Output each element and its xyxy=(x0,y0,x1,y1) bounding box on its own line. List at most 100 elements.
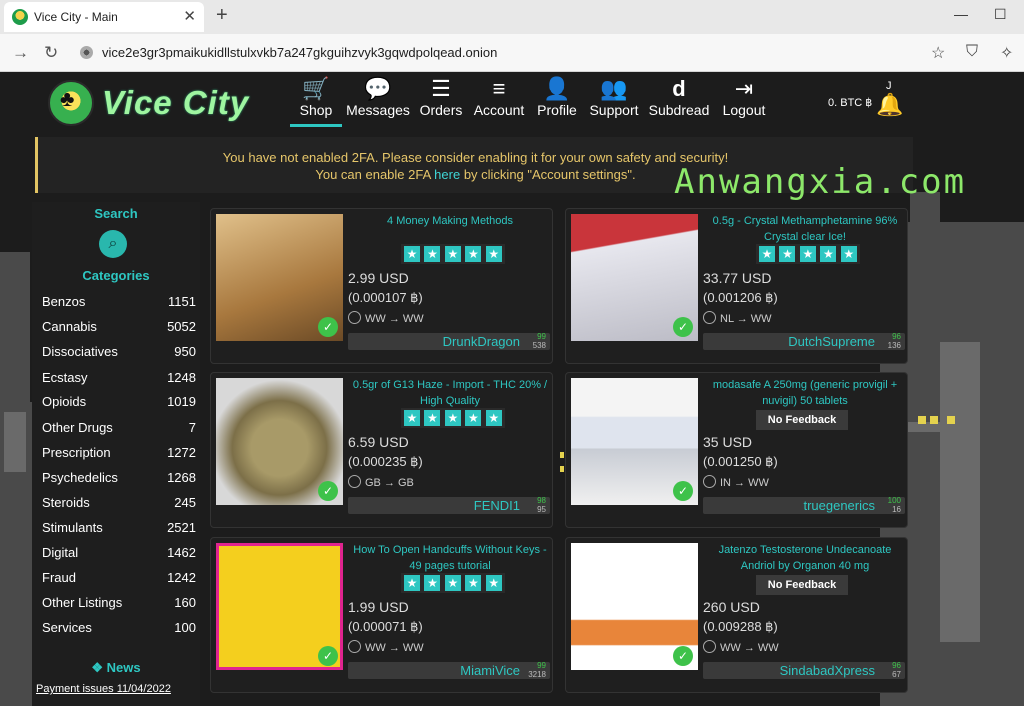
categories-heading: Categories xyxy=(82,268,150,283)
category-stimulants[interactable]: Stimulants 2521 xyxy=(42,520,198,544)
star-icon: ★ xyxy=(465,246,482,262)
maximize-icon[interactable]: ☐ xyxy=(994,6,1007,23)
listing-card[interactable]: ✓ 0.5gr of G13 Haze - Import - THC 20% /… xyxy=(210,372,553,528)
search-heading: Search xyxy=(94,206,138,221)
price-btc: (0.000071 ฿) xyxy=(348,619,423,634)
category-dissociatives[interactable]: Dissociatives 950 xyxy=(42,344,198,368)
listing-title[interactable]: modasafe A 250mg (generic provigil + nuv… xyxy=(704,377,906,409)
category-cannabis[interactable]: Cannabis 5052 xyxy=(42,319,198,343)
price-btc: (0.001250 ฿) xyxy=(703,454,778,469)
listing-title[interactable]: 0.5gr of G13 Haze - Import - THC 20% / H… xyxy=(349,377,551,409)
shipping-route: WW → WW xyxy=(348,640,424,654)
vendor-name[interactable]: DutchSupreme xyxy=(788,334,875,349)
category-digital[interactable]: Digital 1462 xyxy=(42,545,198,569)
category-services[interactable]: Services 100 xyxy=(42,620,198,644)
category-benzos[interactable]: Benzos 1151 xyxy=(42,294,198,318)
bookmark-star-icon[interactable]: ☆ xyxy=(931,43,945,63)
nav-account[interactable]: ≡ Account xyxy=(471,76,527,118)
vendor-score: 99 538 xyxy=(532,332,546,350)
verified-check-icon: ✓ xyxy=(673,317,693,337)
price-usd: 6.59 USD xyxy=(348,434,409,450)
listing-title[interactable]: How To Open Handcuffs Without Keys - 49 … xyxy=(349,542,551,574)
category-other-listings[interactable]: Other Listings 160 xyxy=(42,595,198,619)
listing-card[interactable]: ✓ 0.5g - Crystal Methamphetamine 96% Cry… xyxy=(565,208,908,364)
listing-card[interactable]: ✓ How To Open Handcuffs Without Keys - 4… xyxy=(210,537,553,693)
vendor-name[interactable]: DrunkDragon xyxy=(443,334,520,349)
verified-check-icon: ✓ xyxy=(318,646,338,666)
no-feedback-badge: No Feedback xyxy=(756,575,848,595)
category-prescription[interactable]: Prescription 1272 xyxy=(42,445,198,469)
vendor-name[interactable]: FENDI1 xyxy=(474,498,520,513)
vendor-name[interactable]: truegenerics xyxy=(803,498,875,513)
shipping-icon xyxy=(703,475,716,488)
menu-icon: ≡ xyxy=(492,76,506,101)
rating-stars: ★ ★ ★ ★ ★ xyxy=(756,244,860,264)
nav-support[interactable]: 👥 Support xyxy=(587,76,641,118)
enable-2fa-link[interactable]: here xyxy=(434,167,460,182)
vendor-name[interactable]: MiamiVice xyxy=(460,663,520,678)
nav-profile[interactable]: 👤 Profile xyxy=(534,76,580,118)
category-other-drugs[interactable]: Other Drugs 7 xyxy=(42,420,198,444)
url-field[interactable]: vice2e3gr3pmaikukidllstulxvkb7a247gkguih… xyxy=(102,45,497,60)
star-icon: ★ xyxy=(840,246,857,262)
price-btc: (0.000107 ฿) xyxy=(348,290,423,305)
star-icon: ★ xyxy=(424,410,441,426)
listing-title[interactable]: 4 Money Making Methods xyxy=(349,213,551,229)
listing-title[interactable]: 0.5g - Crystal Methamphetamine 96% Cryst… xyxy=(704,213,906,245)
subdread-icon: d xyxy=(672,76,686,101)
onion-site-icon xyxy=(80,46,93,59)
minimize-icon[interactable]: — xyxy=(954,6,968,22)
bell-icon[interactable]: 🔔 xyxy=(876,92,903,118)
vendor-score: 98 95 xyxy=(537,496,546,514)
close-tab-icon[interactable]: ✕ xyxy=(183,7,196,25)
star-icon: ★ xyxy=(465,575,482,591)
nav-logout[interactable]: ⇥ Logout xyxy=(718,76,770,118)
shipping-route: WW → WW xyxy=(703,640,779,654)
nav-messages[interactable]: 💬 Messages xyxy=(346,76,410,118)
star-icon: ★ xyxy=(485,246,502,262)
back-arrow-icon[interactable]: → xyxy=(12,43,29,63)
news-item-link[interactable]: Payment issues 11/04/2022 xyxy=(36,683,171,695)
category-fraud[interactable]: Fraud 1242 xyxy=(42,570,198,594)
star-icon: ★ xyxy=(404,575,420,591)
price-usd: 1.99 USD xyxy=(348,599,409,615)
shipping-icon xyxy=(348,475,361,488)
shipping-route: WW → WW xyxy=(348,311,424,325)
watermark-text: Anwangxia.com xyxy=(674,162,967,202)
active-nav-indicator xyxy=(290,124,342,127)
vendor-name[interactable]: SindabadXpress xyxy=(780,663,875,678)
verified-check-icon: ✓ xyxy=(673,481,693,501)
site-logo-text[interactable]: Vice City xyxy=(102,84,249,122)
shield-icon[interactable]: ⛉ xyxy=(966,43,978,61)
category-opioids[interactable]: Opioids 1019 xyxy=(42,394,198,418)
tab-title: Vice City - Main xyxy=(34,10,118,24)
shipping-icon xyxy=(348,311,361,324)
search-icon[interactable]: ⌕ xyxy=(99,230,127,258)
star-icon: ★ xyxy=(424,246,441,262)
star-icon: ★ xyxy=(424,575,441,591)
listing-card[interactable]: ✓ Jatenzo Testosterone Undecanoate Andri… xyxy=(565,537,908,693)
listing-card[interactable]: ✓ 4 Money Making Methods ★ ★ ★ ★ ★ 2.99 … xyxy=(210,208,553,364)
vendor-bar: FENDI1 98 95 xyxy=(348,496,550,514)
tools-wand-icon[interactable]: ✧ xyxy=(1000,43,1013,63)
price-usd: 260 USD xyxy=(703,599,760,615)
price-btc: (0.009288 ฿) xyxy=(703,619,778,634)
verified-check-icon: ✓ xyxy=(318,317,338,337)
category-ecstasy[interactable]: Ecstasy 1248 xyxy=(42,370,198,394)
shipping-icon xyxy=(703,311,716,324)
new-tab-button[interactable]: + xyxy=(216,4,228,27)
vendor-score: 99 3218 xyxy=(528,661,546,679)
star-icon: ★ xyxy=(404,246,420,262)
news-heading: ❖ News xyxy=(91,660,141,675)
nav-shop[interactable]: 🛒 Shop xyxy=(292,76,340,118)
category-steroids[interactable]: Steroids 245 xyxy=(42,495,198,519)
price-usd: 2.99 USD xyxy=(348,270,409,286)
browser-tab[interactable]: Vice City - Main ✕ xyxy=(4,2,204,32)
nav-orders[interactable]: ☰ Orders xyxy=(417,76,465,118)
listing-card[interactable]: ✓ modasafe A 250mg (generic provigil + n… xyxy=(565,372,908,528)
reload-icon[interactable]: ↻ xyxy=(44,43,58,63)
star-icon: ★ xyxy=(799,246,816,262)
nav-subdread[interactable]: d Subdread xyxy=(648,76,710,118)
category-psychedelics[interactable]: Psychedelics 1268 xyxy=(42,470,198,494)
listing-title[interactable]: Jatenzo Testosterone Undecanoate Andriol… xyxy=(704,542,906,574)
